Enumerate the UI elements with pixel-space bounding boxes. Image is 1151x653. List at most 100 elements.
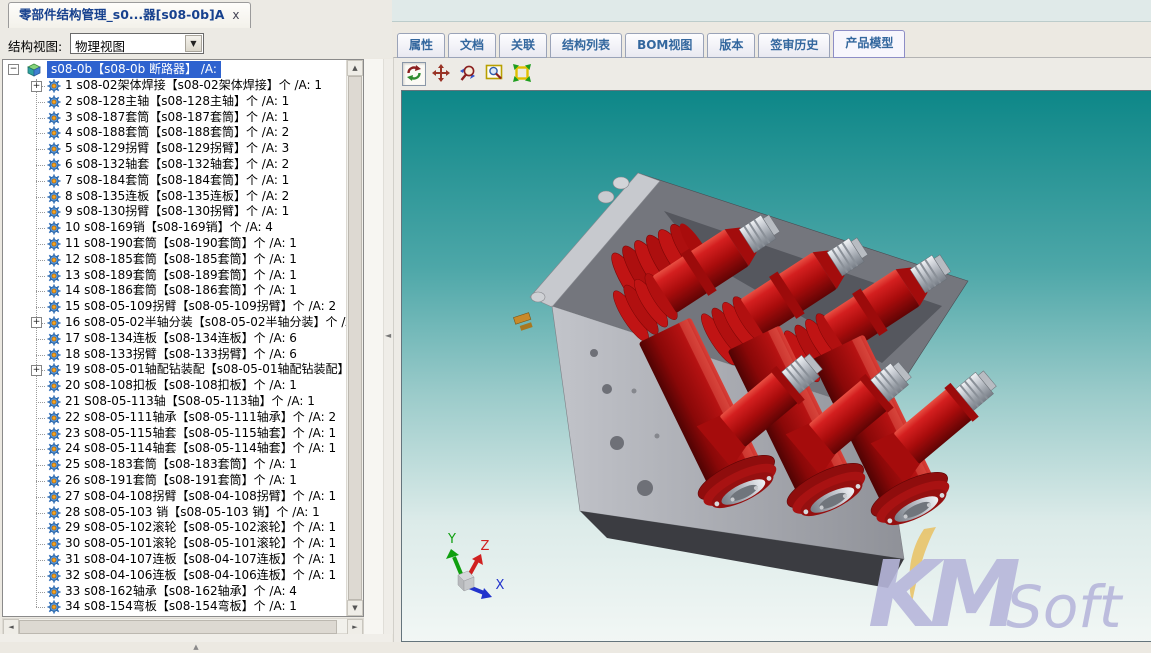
tree-row[interactable]: 4 s08-188套筒【s08-188套筒】个 /A: 2 xyxy=(3,125,347,141)
scroll-down-icon[interactable]: ▼ xyxy=(347,600,363,616)
tree-row[interactable]: 21 S08-05-113轴【S08-05-113轴】个 /A: 1 xyxy=(3,394,347,410)
tree-row[interactable]: 25 s08-183套筒【s08-183套筒】个 /A: 1 xyxy=(3,457,347,473)
tab-1[interactable]: 属性 xyxy=(397,33,445,58)
gear-part-icon xyxy=(47,269,61,283)
tree-row[interactable]: 5 s08-129拐臂【s08-129拐臂】个 /A: 3 xyxy=(3,141,347,157)
tree-row[interactable]: 13 s08-189套筒【s08-189套筒】个 /A: 1 xyxy=(3,268,347,284)
tab-6[interactable]: 版本 xyxy=(707,33,755,58)
tree-row-label: 9 s08-130拐臂【s08-130拐臂】个 /A: 1 xyxy=(65,204,289,220)
scrollbar-thumb[interactable] xyxy=(19,620,337,634)
tab-4[interactable]: 结构列表 xyxy=(550,33,622,58)
tree-row[interactable]: +1 s08-02架体焊接【s08-02架体焊接】个 /A: 1 xyxy=(3,78,347,94)
tab-8[interactable]: 产品模型 xyxy=(833,30,905,58)
tree-row-label: 6 s08-132轴套【s08-132轴套】个 /A: 2 xyxy=(65,157,289,173)
zoom-fit-icon xyxy=(512,63,532,87)
document-tab-title: 零部件结构管理_s0...器[s08-0b]A xyxy=(19,7,224,22)
model-viewport[interactable]: Y Z X KM Soft xyxy=(401,90,1151,642)
tree-row-label: 27 s08-04-108拐臂【s08-04-108拐臂】个 /A: 1 xyxy=(65,489,336,505)
tree-row[interactable]: +16 s08-05-02半轴分装【s08-05-02半轴分装】个 /A: 1 xyxy=(3,315,347,331)
gear-part-icon xyxy=(47,142,61,156)
tree-row[interactable]: 22 s08-05-111轴承【s08-05-111轴承】个 /A: 2 xyxy=(3,410,347,426)
tree-row-label: 13 s08-189套筒【s08-189套筒】个 /A: 1 xyxy=(65,268,297,284)
bottom-splitter[interactable]: ▲ xyxy=(0,634,392,642)
tree-row[interactable]: 7 s08-184套筒【s08-184套筒】个 /A: 1 xyxy=(3,173,347,189)
dropdown-arrow-icon[interactable]: ▼ xyxy=(185,35,202,52)
tree-row[interactable]: 29 s08-05-102滚轮【s08-05-102滚轮】个 /A: 1 xyxy=(3,520,347,536)
document-tabstrip: 零部件结构管理_s0...器[s08-0b]A x xyxy=(0,0,392,29)
gear-part-icon xyxy=(47,190,61,204)
rotate-icon xyxy=(404,63,424,87)
zoom-dynamic-button[interactable] xyxy=(456,62,480,86)
tree-vertical-scrollbar[interactable]: ▲ ▼ xyxy=(346,60,363,616)
tree-row[interactable]: 3 s08-187套筒【s08-187套筒】个 /A: 1 xyxy=(3,110,347,126)
tab-5[interactable]: BOM视图 xyxy=(625,33,704,58)
tree-row[interactable]: 20 s08-108扣板【s08-108扣板】个 /A: 1 xyxy=(3,378,347,394)
tree-row-label: 1 s08-02架体焊接【s08-02架体焊接】个 /A: 1 xyxy=(65,78,322,94)
zoom-window-button[interactable] xyxy=(483,62,507,86)
tree-row[interactable]: 31 s08-04-107连板【s08-04-107连板】个 /A: 1 xyxy=(3,552,347,568)
tree-row[interactable]: 24 s08-05-114轴套【s08-05-114轴套】个 /A: 1 xyxy=(3,441,347,457)
collapse-left-icon[interactable]: ◄ xyxy=(385,331,391,340)
gear-part-icon xyxy=(47,490,61,504)
tree-row[interactable]: 17 s08-134连板【s08-134连板】个 /A: 6 xyxy=(3,331,347,347)
tree-row[interactable]: +19 s08-05-01轴配钻装配【s08-05-01轴配钻装配】个 /A: xyxy=(3,362,347,378)
scroll-up-icon[interactable]: ▲ xyxy=(347,60,363,76)
tree-row-label: 34 s08-154弯板【s08-154弯板】个 /A: 1 xyxy=(65,599,297,615)
panel-gap xyxy=(364,59,383,634)
zoom-fit-button[interactable] xyxy=(510,62,534,86)
collapse-up-icon[interactable]: ▲ xyxy=(193,643,198,651)
tree-row[interactable]: 2 s08-128主轴【s08-128主轴】个 /A: 1 xyxy=(3,94,347,110)
tree-row[interactable]: 27 s08-04-108拐臂【s08-04-108拐臂】个 /A: 1 xyxy=(3,489,347,505)
viewport-toolbar xyxy=(399,61,534,87)
tree-row-label: 2 s08-128主轴【s08-128主轴】个 /A: 1 xyxy=(65,94,289,110)
tree-row[interactable]: 10 s08-169销【s08-169销】个 /A: 4 xyxy=(3,220,347,236)
tree-row[interactable]: 33 s08-162轴承【s08-162轴承】个 /A: 4 xyxy=(3,584,347,600)
tree-row[interactable]: 12 s08-185套筒【s08-185套筒】个 /A: 1 xyxy=(3,252,347,268)
structure-view-label: 结构视图: xyxy=(8,36,62,55)
model-canvas[interactable]: Y Z X KM Soft xyxy=(402,91,1151,642)
gear-part-icon xyxy=(47,205,61,219)
tree-row[interactable]: 11 s08-190套筒【s08-190套筒】个 /A: 1 xyxy=(3,236,347,252)
rotate-button[interactable] xyxy=(402,62,426,86)
tab-7[interactable]: 签审历史 xyxy=(758,33,830,58)
document-tab[interactable]: 零部件结构管理_s0...器[s08-0b]A x xyxy=(8,2,251,28)
tree-row[interactable]: 28 s08-05-103 销【s08-05-103 销】个 /A: 1 xyxy=(3,505,347,521)
scroll-left-icon[interactable]: ◄ xyxy=(3,619,19,635)
gear-part-icon xyxy=(47,521,61,535)
watermark-soft: Soft xyxy=(1006,573,1124,641)
tree-row[interactable]: 23 s08-05-115轴套【s08-05-115轴套】个 /A: 1 xyxy=(3,426,347,442)
tree-row-label: 18 s08-133拐臂【s08-133拐臂】个 /A: 6 xyxy=(65,347,297,363)
structure-view-select[interactable]: 物理视图 ▼ xyxy=(70,33,204,54)
gear-part-icon xyxy=(47,174,61,188)
expand-expander-icon[interactable]: + xyxy=(31,317,42,328)
tree-row[interactable]: 14 s08-186套筒【s08-186套筒】个 /A: 1 xyxy=(3,283,347,299)
tree-row[interactable]: 15 s08-05-109拐臂【s08-05-109拐臂】个 /A: 2 xyxy=(3,299,347,315)
tab-close-icon[interactable]: x xyxy=(232,8,239,22)
tree-row[interactable]: 6 s08-132轴套【s08-132轴套】个 /A: 2 xyxy=(3,157,347,173)
collapse-expander-icon[interactable]: − xyxy=(8,64,19,75)
scrollbar-thumb[interactable] xyxy=(348,76,362,600)
tree-row[interactable]: 18 s08-133拐臂【s08-133拐臂】个 /A: 6 xyxy=(3,347,347,363)
expand-expander-icon[interactable]: + xyxy=(31,81,42,92)
tree-row[interactable]: 34 s08-154弯板【s08-154弯板】个 /A: 1 xyxy=(3,599,347,615)
pan-button[interactable] xyxy=(429,62,453,86)
tree-row-label: 8 s08-135连板【s08-135连板】个 /A: 2 xyxy=(65,189,289,205)
tab-3[interactable]: 关联 xyxy=(499,33,547,58)
tree-row[interactable]: 32 s08-04-106连板【s08-04-106连板】个 /A: 1 xyxy=(3,568,347,584)
scroll-right-icon[interactable]: ► xyxy=(347,619,363,635)
tree-row[interactable]: 9 s08-130拐臂【s08-130拐臂】个 /A: 1 xyxy=(3,204,347,220)
tree-horizontal-scrollbar[interactable]: ◄ ► xyxy=(2,618,364,634)
expand-expander-icon[interactable]: + xyxy=(31,365,42,376)
tree-row-label: 17 s08-134连板【s08-134连板】个 /A: 6 xyxy=(65,331,297,347)
tree-row-label: 16 s08-05-02半轴分装【s08-05-02半轴分装】个 /A: 1 xyxy=(65,315,347,331)
tree-root-row[interactable]: −s08-0b【s08-0b 断路器】 /A: xyxy=(3,61,347,78)
tree-row-label: 5 s08-129拐臂【s08-129拐臂】个 /A: 3 xyxy=(65,141,289,157)
rp-tabs: 属性文档关联结构列表BOM视图版本签审历史产品模型 xyxy=(397,31,905,58)
tree-row-label: 4 s08-188套筒【s08-188套筒】个 /A: 2 xyxy=(65,125,289,141)
gear-part-icon xyxy=(47,332,61,346)
zoom-window-icon xyxy=(485,63,505,87)
tree-row[interactable]: 30 s08-05-101滚轮【s08-05-101滚轮】个 /A: 1 xyxy=(3,536,347,552)
tab-2[interactable]: 文档 xyxy=(448,33,496,58)
tree-row[interactable]: 8 s08-135连板【s08-135连板】个 /A: 2 xyxy=(3,189,347,205)
tree-row[interactable]: 26 s08-191套筒【s08-191套筒】个 /A: 1 xyxy=(3,473,347,489)
